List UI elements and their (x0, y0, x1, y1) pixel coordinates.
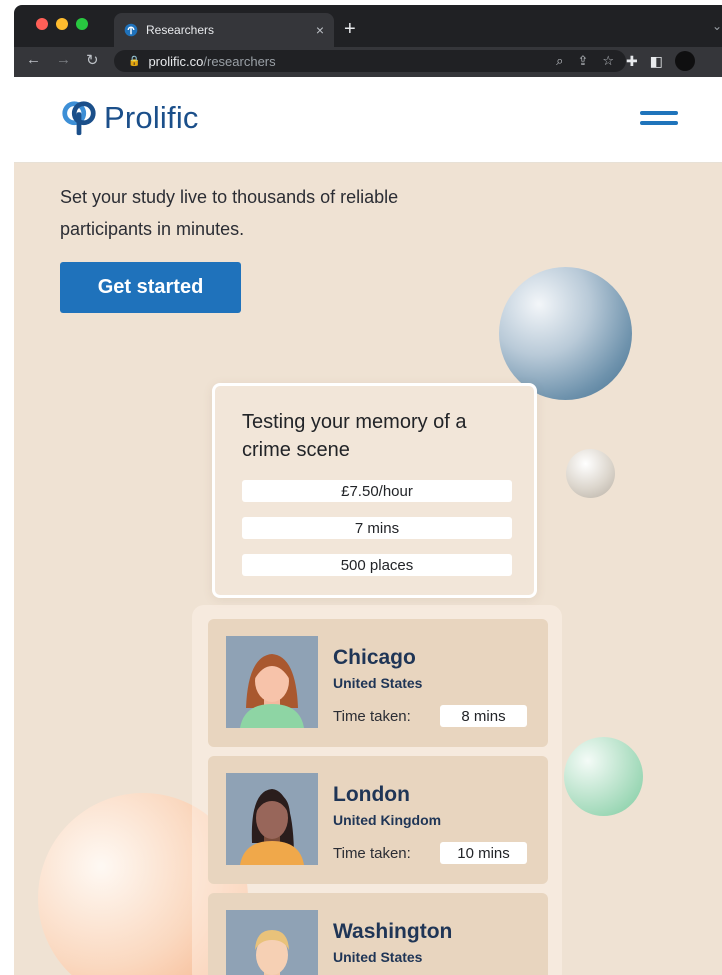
minimize-window-button[interactable] (56, 18, 68, 30)
browser-toolbar: ← → ↻ 🔒 prolific.co/researchers ⌕ ⇪ ☆ ✚ … (14, 47, 722, 77)
get-started-button[interactable]: Get started (60, 262, 241, 313)
profile-avatar[interactable] (674, 51, 695, 71)
address-bar-actions: ⌕ ⇪ ☆ (556, 53, 614, 69)
participant-card: London United Kingdom Time taken: 10 min… (208, 756, 548, 884)
lock-icon: 🔒 (128, 55, 141, 67)
study-places-badge: 500 places (242, 554, 512, 576)
site-header: Prolific (14, 77, 722, 163)
participant-city: Washington (333, 920, 453, 943)
decorative-grey-sphere (566, 449, 615, 498)
prolific-logo[interactable]: Prolific (60, 99, 199, 137)
study-card: Testing your memory of a crime scene £7.… (212, 383, 537, 598)
decorative-blue-sphere (499, 267, 632, 400)
time-taken-label: Time taken: (333, 845, 411, 862)
participant-country: United States (333, 949, 423, 965)
share-icon[interactable]: ⇪ (577, 53, 588, 69)
tab-search-chevron-icon[interactable]: ⌄ (712, 19, 722, 33)
hero-section: Set your study live to thousands of reli… (14, 163, 722, 975)
browser-tab-researchers[interactable]: Researchers × (114, 13, 334, 47)
participant-country: United Kingdom (333, 812, 442, 828)
participant-avatar (226, 636, 318, 728)
time-taken-label: Time taken: (333, 708, 411, 725)
participant-card: Chicago United States Time taken: 8 mins (208, 619, 548, 747)
close-window-button[interactable] (36, 18, 48, 30)
zoom-search-icon[interactable]: ⌕ (556, 53, 563, 69)
hero-tagline: Set your study live to thousands of reli… (60, 187, 399, 239)
tab-close-icon[interactable]: × (316, 22, 324, 38)
address-bar[interactable]: 🔒 prolific.co/researchers ⌕ ⇪ ☆ (114, 50, 626, 72)
prolific-favicon-icon (124, 23, 138, 37)
time-taken-value: 8 mins (440, 705, 527, 727)
tab-title: Researchers (146, 23, 215, 37)
participant-avatar (226, 910, 318, 975)
time-taken-value: 10 mins (440, 842, 527, 864)
extensions-area: ✚ ◧ (626, 51, 695, 71)
url-path: /researchers (203, 53, 276, 69)
extensions-puzzle-icon[interactable]: ✚ (626, 53, 638, 70)
logo-text: Prolific (104, 100, 199, 135)
participant-country: United States (333, 675, 423, 691)
back-arrow-icon[interactable]: ← (26, 51, 41, 68)
url-host: prolific.co (148, 53, 204, 69)
study-title: Testing your memory of a crime scene (242, 411, 467, 461)
study-duration-badge: 7 mins (242, 517, 512, 539)
participant-city: London (333, 783, 410, 806)
decorative-green-sphere (564, 737, 643, 816)
new-tab-button[interactable]: + (344, 17, 356, 41)
browser-window-chrome: Researchers × + ⌄ ← → ↻ 🔒 prolific.co/re… (14, 5, 722, 77)
side-panel-icon[interactable]: ◧ (650, 53, 663, 70)
forward-arrow-icon[interactable]: → (56, 51, 71, 68)
reload-icon[interactable]: ↻ (86, 51, 99, 69)
participant-avatar (226, 773, 318, 865)
hamburger-menu-icon[interactable] (640, 111, 678, 131)
study-pay-badge: £7.50/hour (242, 480, 512, 502)
participant-city: Chicago (333, 646, 416, 669)
window-controls (36, 18, 88, 30)
maximize-window-button[interactable] (76, 18, 88, 30)
participant-card: Washington United States (208, 893, 548, 975)
bookmark-star-icon[interactable]: ☆ (602, 53, 614, 69)
prolific-logo-icon (62, 101, 96, 136)
